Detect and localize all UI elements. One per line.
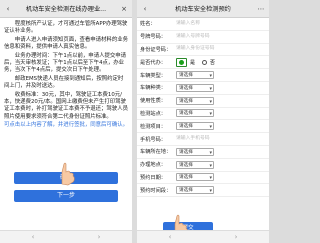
forward-icon[interactable]: › xyxy=(98,233,101,241)
back-icon[interactable]: ‹ xyxy=(169,233,172,241)
more-dots-icon[interactable]: ⋯ xyxy=(256,5,266,13)
id-number-input[interactable]: 请输入身份证号码 xyxy=(176,45,266,53)
notice-paragraph: 申请人进入申请须知页面，查看申请材料的业务信息和资料，提供申请人真实信息。 xyxy=(4,36,129,51)
date-select[interactable]: 请选择 xyxy=(176,173,214,182)
form-row-name: 姓名： 请输入名称 xyxy=(137,18,269,31)
pointing-hand-icon xyxy=(61,162,75,186)
item-select[interactable]: 请选择 xyxy=(176,122,214,131)
right-screen: ‹ 机动车安全检测预约 ⋯ 姓名： 请输入名称 号牌号码： 请输入号牌号码 身份… xyxy=(137,0,269,243)
notice-paragraph: 收费标准：30元，其中，驾驶证工本费10元/本，快递费20元/本。国网上缴费但未… xyxy=(4,91,128,120)
left-title-bar: ‹ 机动车安全检测在线办理业... × xyxy=(0,0,132,18)
left-bottom-bar: ‹ › xyxy=(0,230,132,243)
form-row-item: 检测项目： 请选择 xyxy=(137,120,269,134)
appointment-form: 姓名： 请输入名称 号牌号码： 请输入号牌号码 身份证号码： 请输入身份证号码 … xyxy=(137,18,269,198)
form-row-location: 车辆所在地： 请选择 xyxy=(137,146,269,159)
field-label: 是否代办： xyxy=(140,59,166,66)
time-select[interactable]: 请选择 xyxy=(176,186,214,195)
field-label: 车辆所在地： xyxy=(140,149,172,156)
notice-paragraph: 程度核所产认证，才可通过车管所APP办理驾驶证认补业务。 xyxy=(4,21,128,35)
back-icon[interactable]: ‹ xyxy=(32,233,35,241)
radio-yes[interactable] xyxy=(176,57,187,67)
field-label: 预约时间段： xyxy=(140,187,172,194)
radio-yes-label: 是 xyxy=(190,59,196,66)
left-page-title: 机动车安全检测在线办理业... xyxy=(25,6,107,13)
link-note[interactable]: 可点击以上内容了解，并进行签批，同意后可确认。 xyxy=(4,122,128,129)
field-label: 使用性质： xyxy=(140,98,166,105)
form-row-id: 身份证号码： 请输入身份证号码 xyxy=(137,44,269,57)
form-row-time: 预约时间段： 请选择 xyxy=(137,184,269,198)
field-label: 手机号码： xyxy=(140,136,166,143)
back-chevron-icon[interactable]: ‹ xyxy=(3,5,13,13)
field-label: 号牌号码： xyxy=(140,34,166,41)
vehicle-type-select[interactable]: 请选择 xyxy=(176,71,214,80)
field-label: 姓名： xyxy=(140,21,156,28)
field-label: 检测站点： xyxy=(140,110,166,117)
station-select[interactable]: 请选择 xyxy=(176,109,214,118)
form-row-plate: 号牌号码： 请输入号牌号码 xyxy=(137,31,269,44)
form-row-place: 办理地点： 请选择 xyxy=(137,159,269,172)
right-bottom-bar: ‹ › xyxy=(137,230,269,243)
radio-no[interactable] xyxy=(202,59,208,65)
notice-text: 程度核所产认证，才可通过车管所APP办理驾驶证认补业务。 申请人进入申请须知页面… xyxy=(0,18,132,134)
place-select[interactable]: 请选择 xyxy=(176,160,214,170)
close-icon[interactable]: × xyxy=(119,5,129,13)
form-row-usage: 使用性质： 请选择 xyxy=(137,95,269,108)
notice-paragraph: 邮政EMS快递人员在接到通知后，按照约定时间上门，并及时送达。 xyxy=(4,75,124,90)
vehicle-kind-select[interactable]: 请选择 xyxy=(176,83,214,93)
proxy-radio-group: 是 否 xyxy=(176,57,216,67)
form-row-vehicle-kind: 车辆种类： 请选择 xyxy=(137,82,269,95)
next-button[interactable]: 下一步 xyxy=(14,190,118,202)
name-input[interactable]: 请输入名称 xyxy=(176,20,266,28)
radio-no-label: 否 xyxy=(210,59,216,66)
right-title-bar: ‹ 机动车安全检测预约 ⋯ xyxy=(137,0,269,18)
back-chevron-icon[interactable]: ‹ xyxy=(140,5,150,13)
left-screen: ‹ 机动车安全检测在线办理业... × 程度核所产认证，才可通过车管所APP办理… xyxy=(0,0,132,243)
field-label: 身份证号码： xyxy=(140,46,172,53)
field-label: 检测项目： xyxy=(140,123,166,130)
field-label: 车辆种类： xyxy=(140,85,166,92)
field-label: 办理地点： xyxy=(140,162,166,169)
plate-number-input[interactable]: 请输入号牌号码 xyxy=(176,33,266,41)
field-label: 预约日期： xyxy=(140,174,166,181)
form-row-date: 预约日期： 请选择 xyxy=(137,172,269,185)
form-row-proxy: 是否代办： 是 否 xyxy=(137,56,269,70)
field-label: 车辆类型： xyxy=(140,72,166,79)
location-select[interactable]: 请选择 xyxy=(176,147,214,157)
form-row-vehicle-type: 车辆类型： 请选择 xyxy=(137,69,269,82)
phone-input[interactable]: 请输入手机号码 xyxy=(176,135,266,143)
form-row-station: 检测站点： 请选择 xyxy=(137,108,269,121)
right-page-title: 机动车安全检测预约 xyxy=(175,6,231,13)
usage-select[interactable]: 请选择 xyxy=(176,96,214,106)
notice-paragraph: 业务办理时间：下午1点以前，申请人提交申请后，当天审核发证；下午1点以后至下午4… xyxy=(4,52,127,74)
form-row-phone: 手机号码： 请输入手机号码 xyxy=(137,133,269,146)
forward-icon[interactable]: › xyxy=(235,233,238,241)
